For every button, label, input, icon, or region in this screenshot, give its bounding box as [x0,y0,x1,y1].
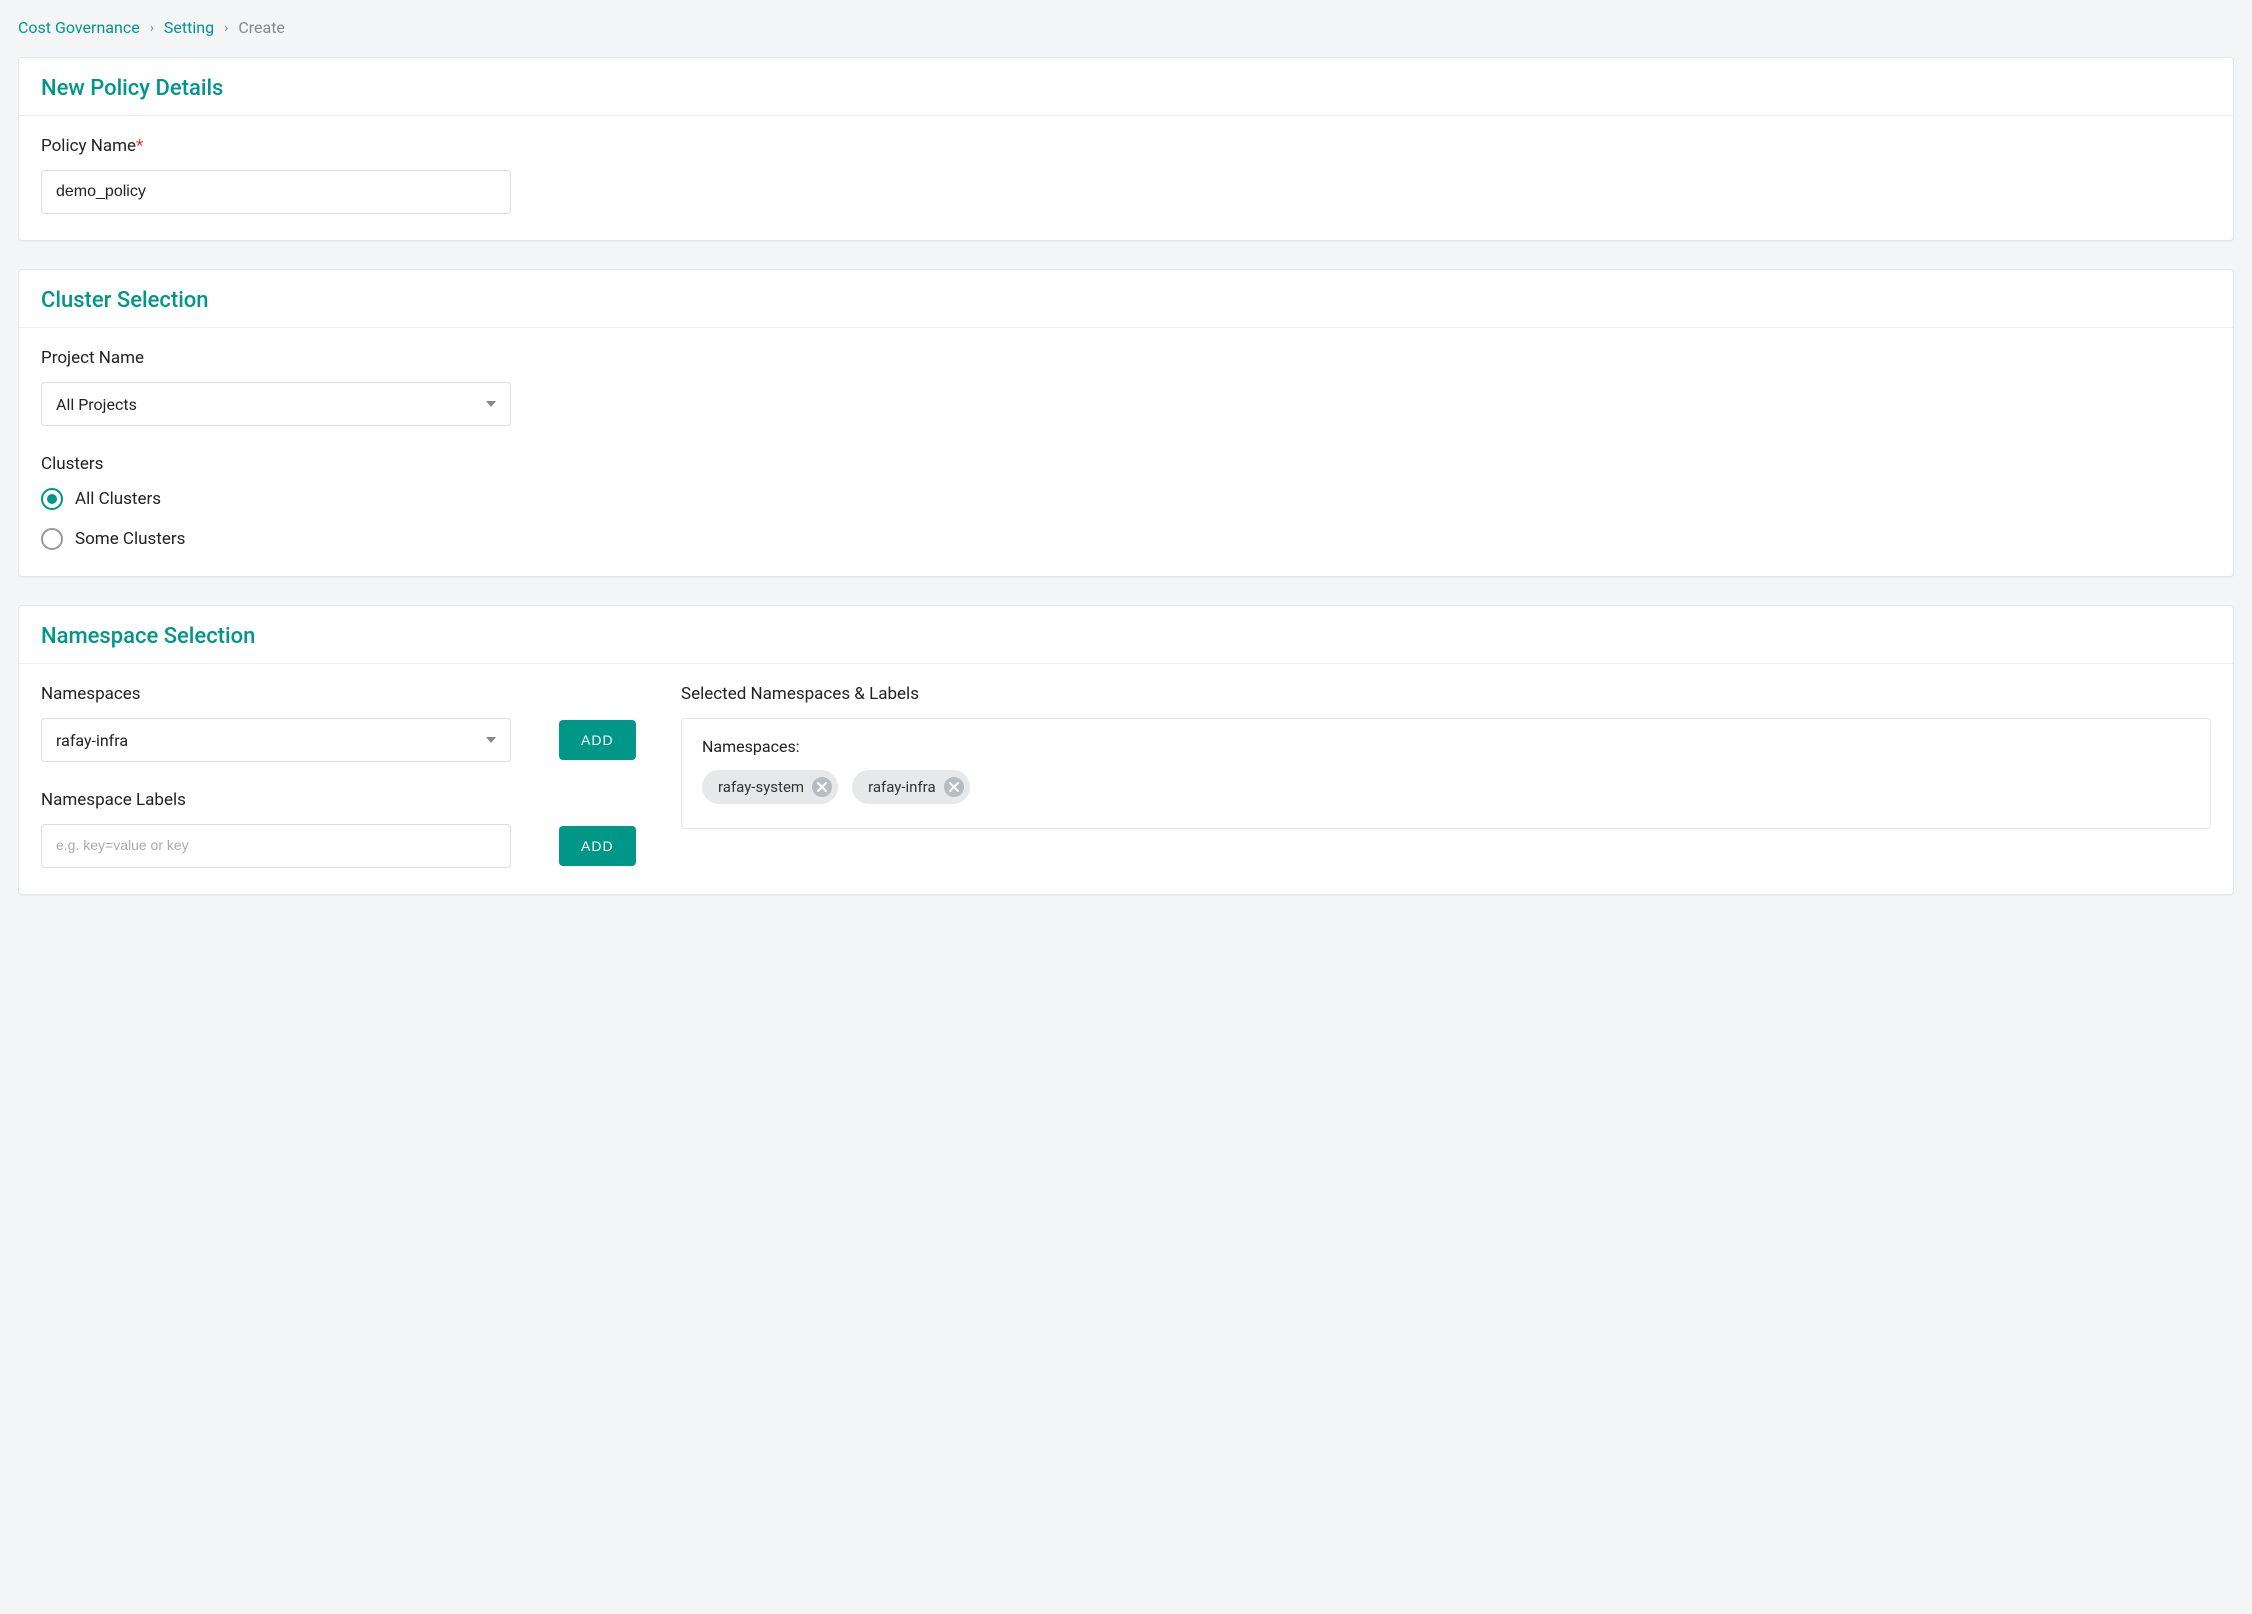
selected-namespaces-box: Namespaces: rafay-system rafay-infra [681,718,2211,829]
namespaces-label: Namespaces [41,684,641,704]
namespace-labels-label: Namespace Labels [41,790,641,810]
namespace-select[interactable]: rafay-infra [41,718,511,762]
namespace-chip-label: rafay-system [718,778,804,796]
selected-namespace-chips: rafay-system rafay-infra [702,770,2190,804]
card-header: Cluster Selection [19,270,2233,328]
card-header: New Policy Details [19,58,2233,116]
namespace-chip: rafay-system [702,770,838,804]
project-name-label: Project Name [41,348,2211,368]
namespace-select-value: rafay-infra [56,731,128,750]
cluster-selection-title: Cluster Selection [41,288,2211,313]
breadcrumb: Cost Governance › Setting › Create [18,18,2234,37]
radio-checked-icon [41,488,63,510]
policy-name-input[interactable] [41,170,511,214]
required-asterisk: * [136,136,143,156]
chevron-right-icon: › [150,20,154,36]
radio-all-clusters[interactable]: All Clusters [41,488,2211,510]
add-label-button[interactable]: ADD [559,826,636,866]
namespace-chip: rafay-infra [852,770,970,804]
close-icon[interactable] [812,777,832,797]
project-name-select[interactable]: All Projects [41,382,511,426]
cluster-selection-card: Cluster Selection Project Name All Proje… [18,269,2234,577]
radio-some-clusters-label: Some Clusters [75,529,185,549]
add-namespace-button[interactable]: ADD [559,720,636,760]
project-name-value: All Projects [56,395,137,414]
policy-details-card: New Policy Details Policy Name* [18,57,2234,241]
namespace-chip-label: rafay-infra [868,778,936,796]
policy-name-label: Policy Name* [41,136,2211,156]
namespace-selection-card: Namespace Selection Namespaces rafay-inf… [18,605,2234,895]
selected-namespaces-header: Selected Namespaces & Labels [681,684,2211,704]
radio-all-clusters-label: All Clusters [75,489,161,509]
policy-details-title: New Policy Details [41,76,2211,101]
policy-name-label-text: Policy Name [41,136,136,156]
clusters-label: Clusters [41,454,2211,474]
radio-some-clusters[interactable]: Some Clusters [41,528,2211,550]
caret-down-icon [486,401,496,407]
radio-unchecked-icon [41,528,63,550]
breadcrumb-cost-governance[interactable]: Cost Governance [18,18,140,37]
close-icon[interactable] [944,777,964,797]
selected-namespaces-sublabel: Namespaces: [702,737,2190,756]
caret-down-icon [486,737,496,743]
card-header: Namespace Selection [19,606,2233,664]
namespace-labels-input[interactable] [41,824,511,868]
breadcrumb-current: Create [238,18,285,37]
namespace-selection-title: Namespace Selection [41,624,2211,649]
breadcrumb-setting[interactable]: Setting [164,18,214,37]
chevron-right-icon: › [224,20,228,36]
